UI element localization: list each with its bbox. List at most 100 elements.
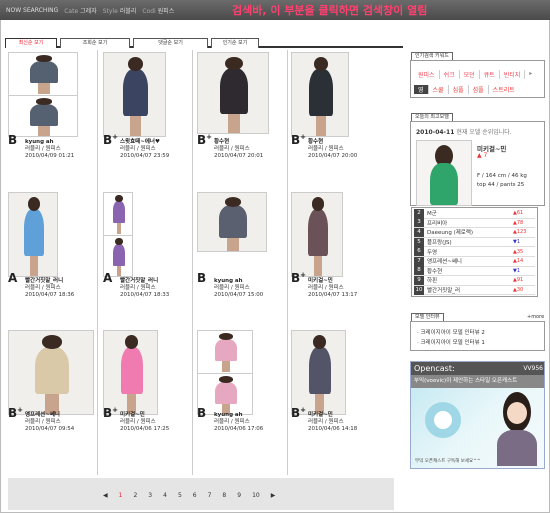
ranking-row[interactable]: 4 Daeeung (제로랙) ▲123 bbox=[414, 227, 535, 238]
post-author[interactable]: kyung ah bbox=[25, 139, 74, 146]
post-tags: 러블리 / 원피스 bbox=[120, 146, 156, 152]
ranking-row[interactable]: 6 두영 ▲35 bbox=[414, 247, 535, 257]
page-link-9[interactable]: 9 bbox=[237, 492, 241, 499]
arrow-up-icon: ▲30 bbox=[513, 287, 524, 294]
page-link-3[interactable]: 3 bbox=[148, 492, 152, 499]
ranking-number: 8 bbox=[414, 266, 424, 276]
opencast-ad-banner[interactable]: Opencast: VV956 부익(voovic)이 제안하는 스타일 오픈캐… bbox=[410, 361, 545, 469]
pagination: ◀ 1 2 3 4 5 6 7 8 9 10 ▶ bbox=[103, 492, 275, 499]
post-tags: 러블리 / 원피스 bbox=[214, 146, 250, 152]
grade-badge: B+ bbox=[103, 133, 119, 147]
post-meta: 앵프레션~쎄니 러블리 / 원피스 2010/04/07 09:54 bbox=[25, 412, 74, 433]
post-thumbnail[interactable] bbox=[103, 52, 166, 137]
ranking-row[interactable]: 3 프리비아 ▲78 bbox=[414, 218, 535, 229]
ad-subtitle: 부익(voovic)이 제안하는 스타일 오픈캐스트 bbox=[411, 375, 544, 388]
keyword-link[interactable]: 쉬크 bbox=[438, 70, 459, 79]
post-date: 2010/04/07 23:59 bbox=[120, 153, 170, 159]
ranking-row[interactable]: 10 빨간거짓말_러 ▲30 bbox=[414, 285, 535, 296]
post-author[interactable]: 미키걸~민 bbox=[120, 412, 169, 419]
post-tags: 러블리 / 원피스 bbox=[25, 146, 61, 152]
ranking-row[interactable]: 9 하핀 ▲91 bbox=[414, 275, 535, 286]
post-thumbnail[interactable] bbox=[197, 52, 269, 134]
post-meta: 빨간거짓말_러니 러블리 / 원피스 2010/04/07 18:33 bbox=[120, 278, 169, 299]
post-thumbnail[interactable] bbox=[8, 192, 58, 277]
page-link-5[interactable]: 5 bbox=[178, 492, 182, 499]
ranking-name[interactable]: M군 bbox=[427, 209, 513, 217]
page-link-1[interactable]: 1 bbox=[119, 492, 123, 499]
page-link-6[interactable]: 6 bbox=[193, 492, 197, 499]
tab-popular[interactable]: 인기순 보기 bbox=[211, 38, 259, 48]
post-author[interactable]: kyung ah bbox=[214, 412, 263, 419]
post-thumbnail[interactable] bbox=[197, 330, 253, 415]
post-author[interactable]: kyung ah bbox=[214, 278, 263, 285]
post-tags: 러블리 / 원피스 bbox=[25, 285, 61, 291]
post-thumbnail[interactable] bbox=[103, 330, 158, 415]
ranking-row[interactable]: 5 플프랑(JS) ▼1 bbox=[414, 237, 535, 248]
search-filter-style[interactable]: Style 러블리 bbox=[103, 6, 137, 15]
post-thumbnail[interactable] bbox=[291, 192, 343, 277]
post-author[interactable]: 미키걸~민 bbox=[308, 412, 357, 419]
keyword-link[interactable]: 섬플 bbox=[467, 85, 488, 94]
ranking-row[interactable]: 7 앵프레션~쎄니 ▲14 bbox=[414, 256, 535, 267]
post-author[interactable]: 황수현 bbox=[308, 139, 357, 146]
keyword-link[interactable]: 큐트 bbox=[478, 70, 499, 79]
keyword-link[interactable]: 빈티지 bbox=[498, 70, 525, 79]
ranking-name[interactable]: 앵프레션~쎄니 bbox=[427, 257, 513, 265]
page-link-7[interactable]: 7 bbox=[208, 492, 212, 499]
ranking-name[interactable]: 하핀 bbox=[427, 276, 513, 284]
keyword-link[interactable]: 모던 bbox=[458, 70, 479, 79]
post-date: 2010/04/07 09:54 bbox=[25, 426, 75, 432]
search-filter-cate[interactable]: Cate 그레자 bbox=[64, 6, 96, 15]
post-thumbnail[interactable] bbox=[8, 330, 94, 415]
keyword-link[interactable]: 원피스 bbox=[414, 70, 439, 79]
grade-badge: B bbox=[197, 271, 207, 285]
column-divider bbox=[97, 50, 98, 475]
page-link-4[interactable]: 4 bbox=[163, 492, 167, 499]
keyword-link[interactable]: 스쿨 bbox=[427, 85, 448, 94]
post-thumbnail[interactable] bbox=[8, 52, 78, 137]
post-thumbnail[interactable] bbox=[291, 330, 346, 415]
post-thumbnail[interactable] bbox=[291, 52, 349, 137]
ranking-name[interactable]: 프리비아 bbox=[427, 219, 513, 227]
post-tags: 러블리 / 원피스 bbox=[120, 285, 156, 291]
page-link-2[interactable]: 2 bbox=[133, 492, 137, 499]
grade-badge: B+ bbox=[291, 271, 307, 285]
ranking-name[interactable]: 두영 bbox=[427, 248, 513, 256]
tab-latest[interactable]: 최신순 보기 bbox=[5, 38, 57, 48]
ranking-name[interactable]: 플프랑(JS) bbox=[427, 238, 513, 246]
post-thumbnail[interactable] bbox=[197, 192, 267, 252]
page-link-10[interactable]: 10 bbox=[252, 492, 260, 499]
post-author[interactable]: 황수현 bbox=[214, 139, 263, 146]
interview-item[interactable]: · 크레이지아이 모델 인터뷰 2 bbox=[417, 328, 538, 336]
post-date: 2010/04/07 20:00 bbox=[308, 153, 358, 159]
post-author[interactable]: 스윗효떼~에너♥ bbox=[120, 139, 169, 146]
best-model-photo[interactable] bbox=[416, 140, 472, 206]
search-filter-codi[interactable]: Codi 원피스 bbox=[142, 6, 174, 15]
ranking-name[interactable]: Daeeung (제로랙) bbox=[427, 228, 513, 236]
interview-more-link[interactable]: +more bbox=[527, 314, 544, 320]
post-author[interactable]: 빨간거짓말_러니 bbox=[120, 278, 169, 285]
tab-views[interactable]: 조회순 보기 bbox=[60, 38, 130, 48]
keyword-link[interactable]: 스트리트 bbox=[487, 85, 519, 94]
grade-badge: B+ bbox=[8, 406, 24, 420]
post-meta: 미키걸~민 러블리 / 원피스 2010/04/06 17:25 bbox=[120, 412, 169, 433]
post-author[interactable]: 미키걸~민 bbox=[308, 278, 357, 285]
ranking-name[interactable]: 황수현 bbox=[427, 267, 513, 275]
ranking-name[interactable]: 빨간거짓말_러 bbox=[427, 286, 513, 294]
next-page-button[interactable]: ▶ bbox=[271, 492, 276, 499]
ranking-row[interactable]: 2 M군 ▲61 bbox=[414, 208, 535, 219]
post-author[interactable]: 빨간거짓말_러니 bbox=[25, 278, 74, 285]
tab-comments[interactable]: 댓글순 보기 bbox=[133, 38, 208, 48]
keyword-row-2: 영 스쿨 심플 섬플 스트리트 bbox=[414, 85, 519, 94]
post-meta: 스윗효떼~에너♥ 러블리 / 원피스 2010/04/07 23:59 bbox=[120, 139, 169, 160]
ranking-number: 7 bbox=[414, 256, 424, 266]
prev-page-button[interactable]: ◀ bbox=[103, 492, 108, 499]
arrow-up-icon: ▲14 bbox=[513, 258, 524, 265]
keyword-link[interactable]: 심플 bbox=[447, 85, 468, 94]
ranking-row[interactable]: 8 황수현 ▼1 bbox=[414, 266, 535, 277]
post-thumbnail[interactable] bbox=[103, 192, 133, 277]
page-link-8[interactable]: 8 bbox=[222, 492, 226, 499]
chevron-right-icon[interactable]: ▸ bbox=[524, 70, 536, 79]
interview-item[interactable]: · 크레이지아이 모델 인터뷰 1 bbox=[417, 338, 538, 346]
post-author[interactable]: 앵프레션~쎄니 bbox=[25, 412, 74, 419]
